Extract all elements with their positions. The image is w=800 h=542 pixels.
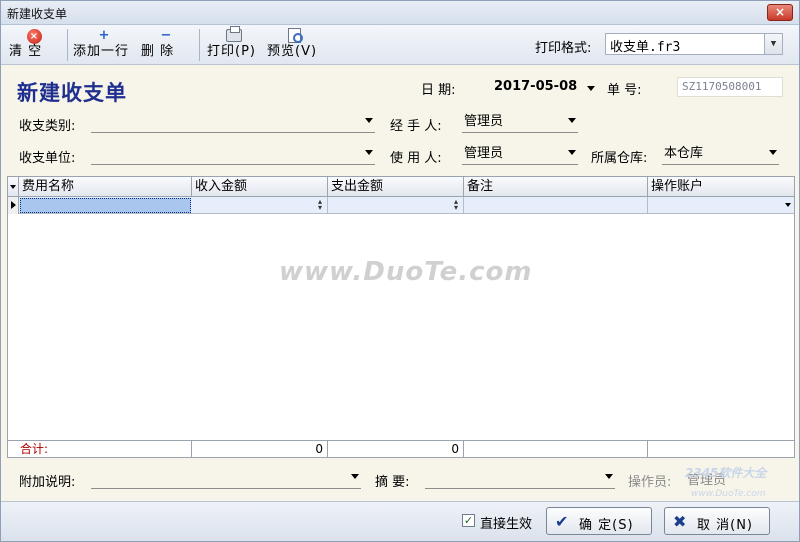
clear-icon: ×	[26, 29, 42, 44]
date-label: 日 期:	[421, 83, 456, 98]
magnifier-icon	[287, 28, 303, 43]
confirm-label: 确 定(S)	[579, 518, 634, 533]
print-format-label: 打印格式:	[535, 41, 592, 56]
handler-select[interactable]: 管理员	[462, 113, 578, 133]
date-dropdown-icon[interactable]	[587, 86, 595, 91]
chevron-down-icon[interactable]	[605, 474, 613, 479]
print-label: 打印(P)	[207, 44, 256, 59]
chevron-down-icon[interactable]	[568, 118, 576, 123]
doc-no-label: 单 号:	[607, 83, 642, 98]
print-format-select[interactable]: 收支单.fr3 ▼	[605, 33, 783, 55]
note-label: 附加说明:	[19, 475, 76, 490]
chevron-down-icon[interactable]	[568, 150, 576, 155]
date-value[interactable]: 2017-05-08	[494, 79, 577, 94]
income-cell[interactable]: ▴ ▾	[192, 197, 328, 214]
expense-cell[interactable]: ▴ ▾	[328, 197, 464, 214]
doc-no-field[interactable]: SZ1170508001	[677, 77, 783, 97]
chevron-down-icon[interactable]	[785, 203, 791, 207]
site-url: www.DuoTe.com	[691, 489, 766, 499]
column-header[interactable]: 收入金额	[192, 177, 328, 197]
row-indicator-icon	[8, 197, 19, 214]
expense-grid: 费用名称 收入金额 支出金额 备注 操作账户 ▴ ▾ ▴ ▾ 合计: 0 0	[7, 176, 795, 458]
income-total: 0	[192, 441, 328, 458]
chevron-down-icon[interactable]	[365, 118, 373, 123]
cancel-label: 取 消(N)	[697, 518, 754, 533]
minus-icon: −	[160, 28, 172, 43]
plus-icon: +	[98, 28, 110, 43]
preview-button[interactable]: 预览(V)	[267, 27, 321, 63]
window-title: 新建收支单	[7, 7, 68, 21]
column-header[interactable]: 费用名称	[19, 177, 192, 197]
site-logo: 2345软件大全	[685, 466, 767, 480]
chevron-down-icon[interactable]	[351, 474, 359, 479]
spinner-icon[interactable]: ▴ ▾	[454, 198, 458, 212]
title-bar: 新建收支单 ×	[1, 1, 799, 25]
column-header[interactable]: 操作账户	[648, 177, 794, 197]
dialog-window: 新建收支单 × × 清 空 + 添加一行 − 删 除 打印(P) 预览(V) 打…	[0, 0, 800, 542]
close-button[interactable]: ×	[767, 4, 793, 21]
add-row-button[interactable]: + 添加一行	[73, 27, 135, 63]
checkmark-icon: ✔	[555, 512, 569, 531]
auto-effect-label[interactable]: 直接生效	[480, 513, 532, 532]
remark-cell[interactable]	[464, 197, 648, 214]
table-row[interactable]: ▴ ▾ ▴ ▾	[8, 197, 794, 214]
warehouse-value: 本仓库	[664, 146, 704, 161]
total-row: 合计: 0 0	[8, 440, 794, 458]
unit-select[interactable]	[91, 145, 375, 165]
toolbar-separator	[67, 29, 68, 61]
warehouse-label: 所属仓库:	[591, 151, 648, 166]
print-button[interactable]: 打印(P)	[207, 26, 261, 63]
spinner-icon[interactable]: ▴ ▾	[318, 198, 322, 212]
unit-label: 收支单位:	[19, 151, 76, 166]
preview-label: 预览(V)	[267, 44, 318, 59]
add-row-label: 添加一行	[73, 44, 130, 59]
category-label: 收支类别:	[19, 119, 76, 134]
user-value: 管理员	[464, 146, 504, 161]
operator-label: 操作员:	[628, 475, 672, 490]
page-title: 新建收支单	[17, 80, 127, 105]
print-format-value: 收支单.fr3	[610, 40, 681, 55]
column-header[interactable]: 支出金额	[328, 177, 464, 197]
note-select[interactable]	[91, 469, 361, 489]
cancel-button[interactable]: ✖ 取 消(N)	[664, 507, 770, 535]
watermark: www.DuoTe.com	[279, 257, 533, 287]
expense-total: 0	[328, 441, 464, 458]
delete-button[interactable]: − 删 除	[141, 27, 191, 63]
clear-label: 清 空	[9, 44, 43, 59]
chevron-down-icon[interactable]: ▼	[764, 34, 782, 54]
handler-label: 经 手 人:	[390, 119, 442, 134]
toolbar-separator	[199, 29, 200, 61]
confirm-button[interactable]: ✔ 确 定(S)	[546, 507, 652, 535]
grid-header: 费用名称 收入金额 支出金额 备注 操作账户	[8, 177, 794, 197]
account-cell[interactable]	[648, 197, 794, 214]
delete-label: 删 除	[141, 44, 175, 59]
printer-icon	[226, 26, 242, 42]
auto-effect-checkbox[interactable]: ✓	[462, 514, 475, 527]
category-select[interactable]	[91, 113, 375, 133]
column-header[interactable]: 备注	[464, 177, 648, 197]
user-select[interactable]: 管理员	[462, 145, 578, 165]
warehouse-select[interactable]: 本仓库	[662, 145, 779, 165]
user-label: 使 用 人:	[390, 151, 442, 166]
summary-label: 摘 要:	[375, 475, 410, 490]
remark-total	[464, 441, 648, 458]
close-icon: ×	[774, 5, 786, 19]
handler-value: 管理员	[464, 114, 504, 129]
clear-button[interactable]: × 清 空	[9, 27, 59, 63]
summary-select[interactable]	[425, 469, 615, 489]
bottom-bar: ✓ 直接生效 ✔ 确 定(S) ✖ 取 消(N)	[1, 501, 799, 541]
chevron-down-icon[interactable]	[365, 150, 373, 155]
cancel-icon: ✖	[673, 512, 687, 531]
expense-name-cell[interactable]	[20, 198, 191, 213]
account-total	[648, 441, 794, 458]
total-label: 合计:	[8, 441, 192, 458]
grid-corner-icon[interactable]	[8, 177, 19, 197]
chevron-down-icon[interactable]	[769, 150, 777, 155]
